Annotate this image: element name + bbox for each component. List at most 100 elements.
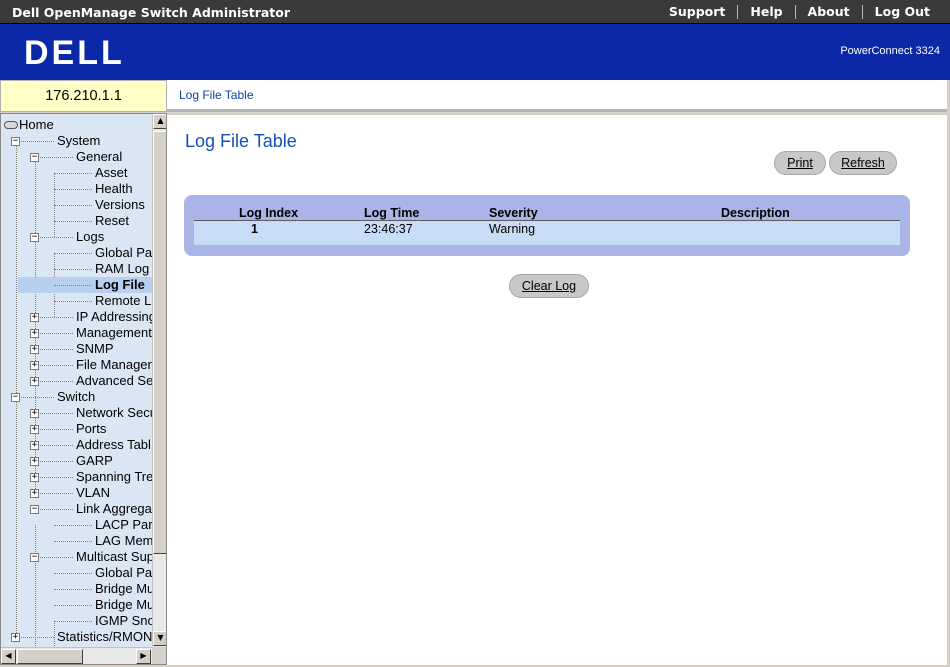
tree-item[interactable]: Bridge Mu xyxy=(1,581,152,597)
expand-icon[interactable]: + xyxy=(30,441,39,450)
tree-item[interactable]: Reset xyxy=(1,213,152,229)
tree-item[interactable]: Bridge Mu xyxy=(1,597,152,613)
tree-item[interactable]: − Switch xyxy=(1,389,152,405)
tree-item[interactable]: + File Managen xyxy=(1,357,152,373)
tree-item-label[interactable]: Asset xyxy=(95,165,128,181)
expand-icon[interactable]: + xyxy=(30,361,39,370)
tree-item-label[interactable]: Global Pa xyxy=(95,565,152,581)
tree-item-label[interactable]: Remote Lo xyxy=(95,293,152,309)
tree-item-label[interactable]: Multicast Sup xyxy=(76,549,152,565)
scroll-left-arrow-icon[interactable]: ◀ xyxy=(1,649,16,664)
tree-item-label[interactable]: IGMP Sno xyxy=(95,613,152,629)
tree-item-label[interactable]: Management xyxy=(76,325,152,341)
tree-item-label[interactable]: Statistics/RMON xyxy=(57,629,152,645)
tree-item[interactable]: + Ports xyxy=(1,421,152,437)
tree-item-label[interactable]: Logs xyxy=(76,229,104,245)
tree-item[interactable]: + Management xyxy=(1,325,152,341)
tree-item-label[interactable]: Advanced Se xyxy=(76,373,152,389)
tree-item-label[interactable]: Health xyxy=(95,181,133,197)
tree-item[interactable]: + Statistics/RMON xyxy=(1,629,152,645)
expand-icon[interactable]: + xyxy=(30,377,39,386)
scroll-up-arrow-icon[interactable]: ▲ xyxy=(153,114,166,129)
collapse-icon[interactable]: − xyxy=(11,137,20,146)
tree-horizontal-scrollbar[interactable]: ◀ ▶ xyxy=(1,647,152,664)
tree-item-label[interactable]: LACP Par xyxy=(95,517,152,533)
tree-item[interactable]: LAG Mem xyxy=(1,533,152,549)
collapse-icon[interactable]: − xyxy=(30,505,39,514)
expand-icon[interactable]: + xyxy=(30,425,39,434)
tree-item-label[interactable]: Home xyxy=(19,117,54,133)
logout-link[interactable]: Log Out xyxy=(861,5,942,19)
refresh-button[interactable]: Refresh xyxy=(829,151,897,175)
tree-item-label[interactable]: Versions xyxy=(95,197,145,213)
tree-item[interactable]: + Network Secu xyxy=(1,405,152,421)
expand-icon[interactable]: + xyxy=(30,473,39,482)
tree-item[interactable]: + VLAN xyxy=(1,485,152,501)
expand-icon[interactable]: + xyxy=(11,633,20,642)
tree-item[interactable]: Health xyxy=(1,181,152,197)
tree-item[interactable]: + GARP xyxy=(1,453,152,469)
expand-icon[interactable]: + xyxy=(30,489,39,498)
tree-vertical-scrollbar[interactable]: ▲ ▼ xyxy=(152,114,166,646)
tree-item-label[interactable]: System xyxy=(57,133,100,149)
collapse-icon[interactable]: − xyxy=(30,153,39,162)
tree-item-label[interactable]: Reset xyxy=(95,213,129,229)
tree-item[interactable]: RAM Log xyxy=(1,261,152,277)
tree-item-label[interactable]: VLAN xyxy=(76,485,110,501)
tree-item-label[interactable]: GARP xyxy=(76,453,113,469)
tree-item-label[interactable]: Log File xyxy=(95,277,145,293)
tree-item[interactable]: + Address Tabl xyxy=(1,437,152,453)
tree-item[interactable]: − General xyxy=(1,149,152,165)
tree-item-label[interactable]: Ports xyxy=(76,421,106,437)
help-link[interactable]: Help xyxy=(737,5,794,19)
support-link[interactable]: Support xyxy=(657,5,738,19)
expand-icon[interactable]: + xyxy=(30,457,39,466)
tree-item[interactable]: + Spanning Tre xyxy=(1,469,152,485)
expand-icon[interactable]: + xyxy=(30,313,39,322)
expand-icon[interactable]: + xyxy=(30,329,39,338)
tree-item-label[interactable]: Global Pa xyxy=(95,245,152,261)
tree-item-label[interactable]: IP Addressing xyxy=(76,309,152,325)
scroll-down-arrow-icon[interactable]: ▼ xyxy=(153,631,166,646)
tree-item-label[interactable]: Network Secu xyxy=(76,405,152,421)
tree-item[interactable]: Remote Lo xyxy=(1,293,152,309)
tree-item-label[interactable]: Link Aggrega xyxy=(76,501,152,517)
scroll-right-arrow-icon[interactable]: ▶ xyxy=(136,649,151,664)
print-button[interactable]: Print xyxy=(774,151,826,175)
tree-item[interactable]: − Logs xyxy=(1,229,152,245)
clear-log-button[interactable]: Clear Log xyxy=(509,274,589,298)
collapse-icon[interactable]: − xyxy=(11,393,20,402)
tree-item-label[interactable]: Address Tabl xyxy=(76,437,151,453)
collapse-icon[interactable]: − xyxy=(30,553,39,562)
tree-item-label[interactable]: Bridge Mu xyxy=(95,581,152,597)
tree-item-label[interactable]: RAM Log xyxy=(95,261,149,277)
about-link[interactable]: About xyxy=(794,5,862,19)
tree-item[interactable]: + SNMP xyxy=(1,341,152,357)
tree-item-label[interactable]: Bridge Mu xyxy=(95,597,152,613)
tree-item[interactable]: + Advanced Se xyxy=(1,373,152,389)
tree-item[interactable]: Global Pa xyxy=(1,245,152,261)
expand-icon[interactable]: + xyxy=(30,345,39,354)
tree-item[interactable]: Asset xyxy=(1,165,152,181)
tree-item[interactable]: Global Pa xyxy=(1,565,152,581)
tree-item[interactable]: Versions xyxy=(1,197,152,213)
tree-item[interactable]: + IP Addressing xyxy=(1,309,152,325)
tree-item[interactable]: Log File xyxy=(18,277,152,293)
tree-item-label[interactable]: General xyxy=(76,149,122,165)
tree-item-label[interactable]: Spanning Tre xyxy=(76,469,152,485)
tree-item[interactable]: − Link Aggrega xyxy=(1,501,152,517)
tree-item[interactable]: − Multicast Sup xyxy=(1,549,152,565)
tree-item[interactable]: IGMP Sno xyxy=(1,613,152,629)
tree-item-label[interactable]: LAG Mem xyxy=(95,533,152,549)
tree-item-label[interactable]: File Managen xyxy=(76,357,152,373)
tree-item[interactable]: − System xyxy=(1,133,152,149)
tree-item-label[interactable]: Switch xyxy=(57,389,95,405)
tree-item[interactable]: LACP Par xyxy=(1,517,152,533)
horizontal-scroll-thumb[interactable] xyxy=(17,649,83,664)
navigation-tree[interactable]: Home − System − General Asset Health Versions Re… xyxy=(1,114,152,646)
collapse-icon[interactable]: − xyxy=(30,233,39,242)
expand-icon[interactable]: + xyxy=(30,409,39,418)
tree-item[interactable]: Home xyxy=(1,117,152,133)
vertical-scroll-thumb[interactable] xyxy=(153,131,166,554)
tree-item-label[interactable]: SNMP xyxy=(76,341,114,357)
